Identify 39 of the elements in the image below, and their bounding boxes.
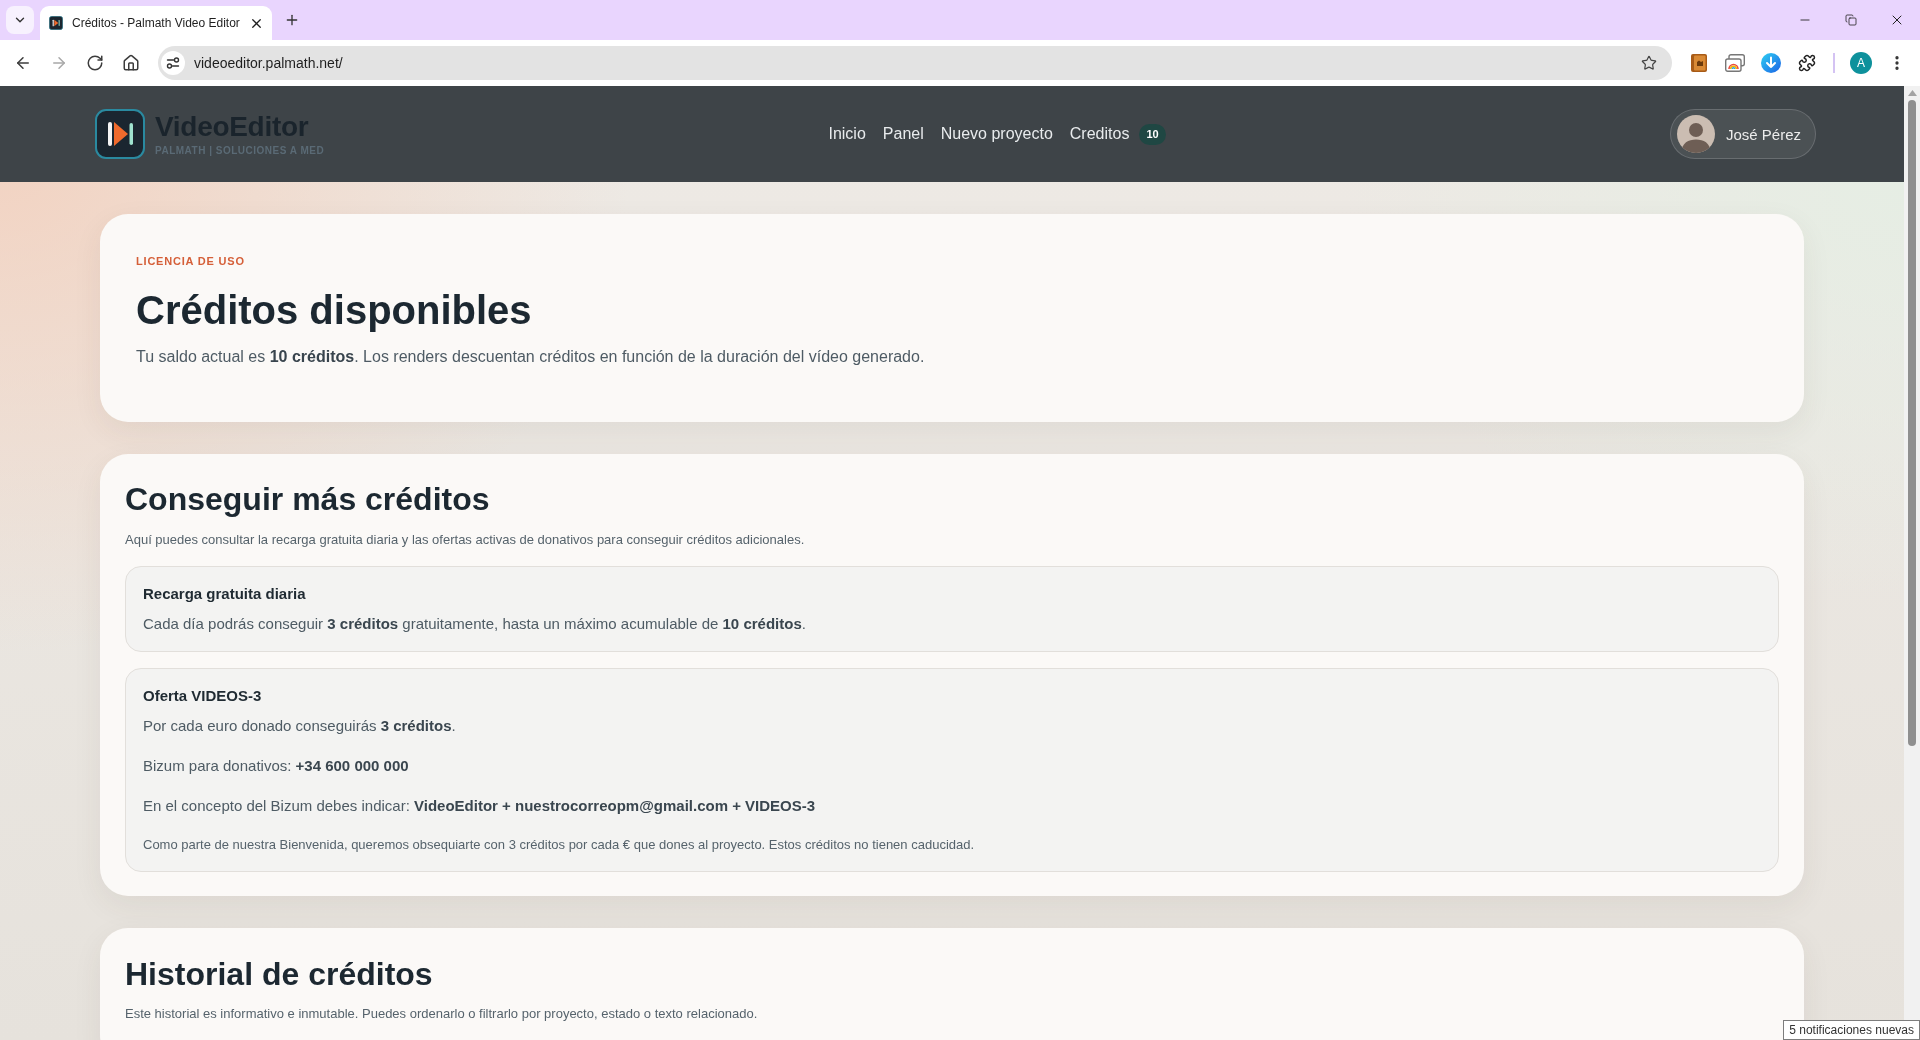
- nav-link[interactable]: Panel: [882, 125, 924, 143]
- offer-text: Por cada euro donado conseguirás 3 créditos.: [143, 716, 457, 736]
- new-tab-icon[interactable]: [284, 12, 300, 28]
- nav-link[interactable]: Nuevo proyecto: [940, 125, 1053, 143]
- bookmark-star-icon[interactable]: [1641, 55, 1657, 71]
- section-title: Conseguir más créditos: [125, 482, 491, 516]
- offer-text: Bizum para donativos: +34 600 000 000: [143, 756, 410, 776]
- offer-title: Oferta VIDEOS-3: [143, 686, 263, 706]
- page-title: Créditos disponibles: [136, 288, 533, 332]
- extensions-icon[interactable]: [1798, 54, 1816, 72]
- offer-text: En el concepto del Bizum debes indicar: VideoEditor + nuestrocorreopm@gmail.com + VIDEOS-3: [143, 796, 817, 816]
- nav-link[interactable]: Creditos 10: [1069, 123, 1166, 145]
- balance-text: Tu saldo actual es 10 créditos. Los renders descuentan créditos en función de la duración del vídeo generado.: [136, 347, 926, 367]
- user-silhouette-icon: [1676, 115, 1715, 153]
- reload-icon[interactable]: [86, 54, 104, 72]
- browser-tab[interactable]: Créditos - Palmath Video Editor: [40, 6, 272, 40]
- section-title: Historial de créditos: [125, 957, 434, 991]
- offer-text: Cada día podrás conseguir 3 créditos gratuitamente, hasta un máximo acumulable de 10 créditos.: [143, 614, 807, 634]
- play-logo-icon: [95, 109, 145, 159]
- profile-button[interactable]: A: [1850, 52, 1872, 74]
- offer-note: Como parte de nuestra Bienvenida, queremos obsequiarte con 3 créditos por cada € que dones al proyecto. Estos créditos no tienen caducidad.: [143, 836, 976, 854]
- restore-icon[interactable]: [1845, 14, 1857, 26]
- address-bar[interactable]: videoeditor.palmath.net/: [158, 46, 1672, 80]
- count-badge: 10: [1139, 123, 1166, 145]
- book-icon[interactable]: [1691, 54, 1707, 72]
- user-menu-button[interactable]: José Pérez: [1669, 109, 1816, 159]
- scrollbar-thumb[interactable]: [1908, 100, 1916, 746]
- site-settings-icon[interactable]: [161, 51, 185, 75]
- back-icon[interactable]: [14, 54, 32, 72]
- section-description: Aquí puedes consultar la recarga gratuita diaria y las ofertas activas de donativos para conseguir créditos adicionales.: [125, 531, 806, 549]
- home-icon[interactable]: [122, 54, 140, 72]
- play-logo-icon: [49, 16, 63, 30]
- eyebrow-label: LICENCIA DE USO: [136, 254, 246, 268]
- offer-title: Recarga gratuita diaria: [143, 584, 307, 604]
- section-description: Este historial es informativo e inmutable. Puedes ordenarlo o filtrarlo por proyecto, estado o texto relacionado.: [125, 1005, 759, 1023]
- window-stack-icon[interactable]: [1725, 54, 1745, 72]
- download-icon[interactable]: [1761, 53, 1781, 73]
- notification-tooltip: 5 notificaciones nuevas: [1783, 1020, 1920, 1040]
- nav-link[interactable]: Inicio: [828, 125, 866, 143]
